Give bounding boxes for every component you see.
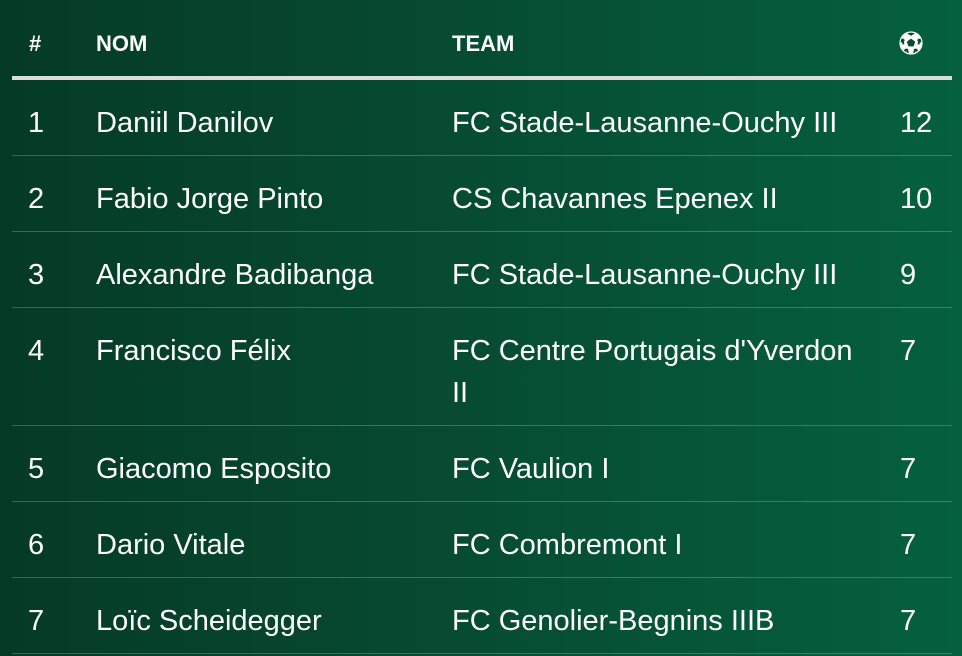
table-row[interactable]: 3 Alexandre Badibanga FC Stade-Lausanne-…	[12, 232, 952, 308]
table-row[interactable]: 2 Fabio Jorge Pinto CS Chavannes Epenex …	[12, 156, 952, 232]
header-rank[interactable]: #	[29, 31, 41, 57]
goals-cell: 7	[900, 335, 917, 367]
team-cell: FC Stade-Lausanne-Ouchy III	[452, 107, 838, 139]
rank-cell: 5	[28, 453, 45, 485]
goals-cell: 7	[900, 605, 917, 637]
table-row[interactable]: 6 Dario Vitale FC Combremont I 7	[12, 502, 952, 578]
rank-cell: 2	[28, 183, 45, 215]
player-name-cell: Daniil Danilov	[96, 107, 274, 139]
rank-cell: 1	[28, 107, 45, 139]
player-name-cell: Fabio Jorge Pinto	[96, 183, 324, 215]
goals-cell: 12	[900, 107, 933, 139]
header-name[interactable]: NOM	[96, 31, 147, 57]
team-cell: FC Vaulion I	[452, 453, 610, 485]
team-cell: CS Chavannes Epenex II	[452, 183, 778, 215]
rank-cell: 7	[28, 605, 45, 637]
table-row[interactable]: 7 Loïc Scheidegger FC Genolier-Begnins I…	[12, 578, 952, 654]
rank-cell: 4	[28, 335, 45, 367]
player-name-cell: Giacomo Esposito	[96, 453, 332, 485]
table-row[interactable]: 4 Francisco Félix FC Centre Portugais d'…	[12, 308, 952, 426]
team-cell: FC Combremont I	[452, 529, 683, 561]
rank-cell: 6	[28, 529, 45, 561]
table-row[interactable]: 5 Giacomo Esposito FC Vaulion I 7	[12, 426, 952, 502]
goals-cell: 10	[900, 183, 933, 215]
team-cell: FC Genolier-Begnins IIIB	[452, 605, 775, 637]
table-row[interactable]: 1 Daniil Danilov FC Stade-Lausanne-Ouchy…	[12, 80, 952, 156]
team-cell: FC Centre Portugais d'Yverdon II	[452, 335, 853, 409]
goals-cell: 9	[900, 259, 917, 291]
goals-cell: 7	[900, 453, 917, 485]
header-team[interactable]: TEAM	[452, 31, 514, 57]
player-name-cell: Francisco Félix	[96, 335, 291, 367]
team-cell: FC Stade-Lausanne-Ouchy III	[452, 259, 838, 291]
soccer-ball-icon	[899, 30, 923, 55]
player-name-cell: Dario Vitale	[96, 529, 246, 561]
header-goals[interactable]	[898, 30, 924, 56]
scorers-table: # NOM TEAM 1 Daniil Danilov FC Stade-Lau…	[12, 0, 952, 654]
goals-cell: 7	[900, 529, 917, 561]
rank-cell: 3	[28, 259, 45, 291]
player-name-cell: Alexandre Badibanga	[96, 259, 374, 291]
table-header: # NOM TEAM	[12, 0, 952, 80]
player-name-cell: Loïc Scheidegger	[96, 605, 322, 637]
